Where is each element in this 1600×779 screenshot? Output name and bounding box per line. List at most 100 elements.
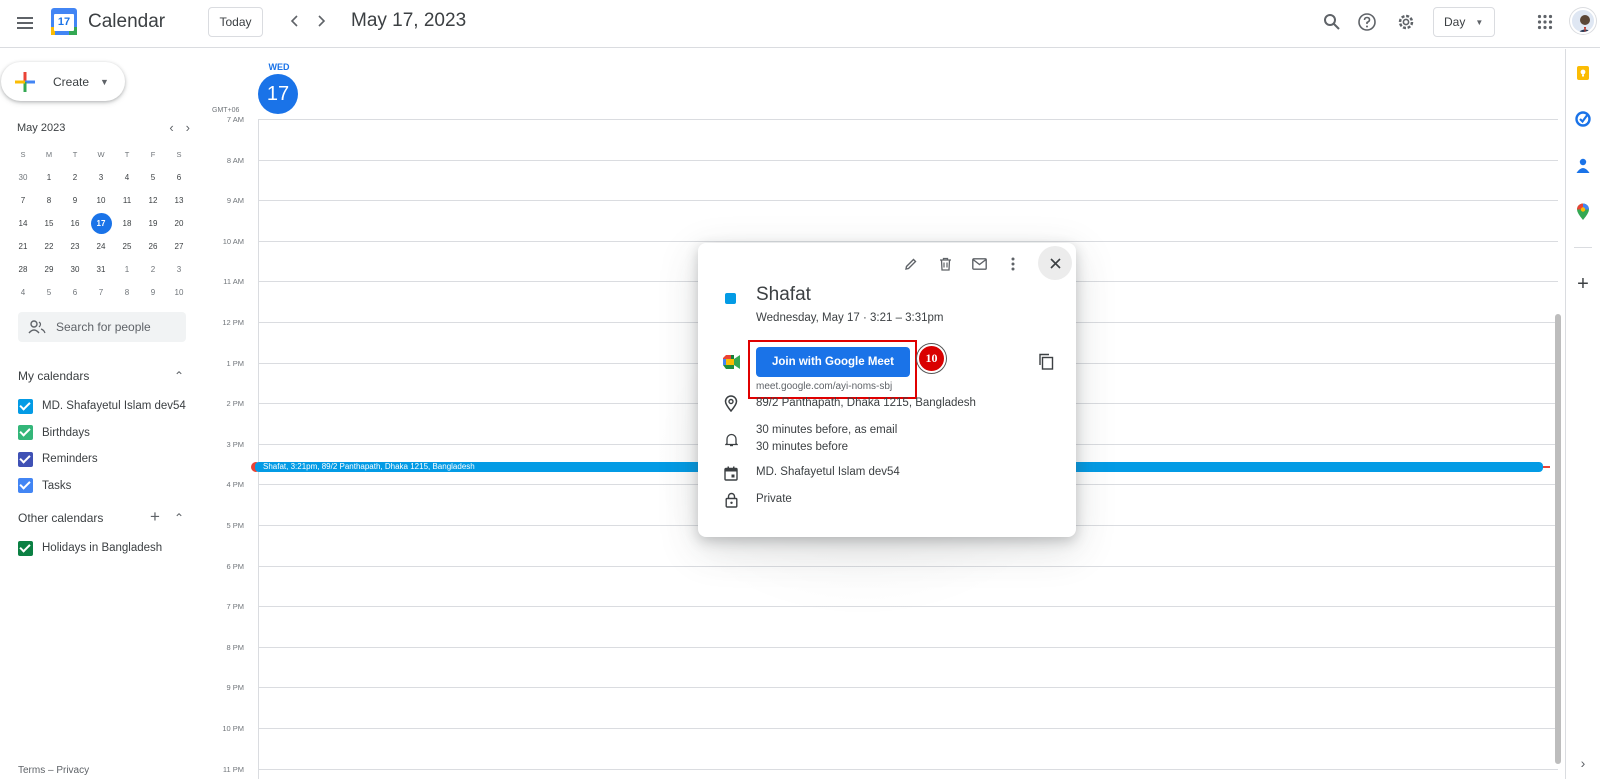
mini-calendar-day[interactable]: 11 (114, 189, 140, 212)
calendar-checkbox[interactable] (18, 425, 33, 440)
settings-gear-icon[interactable] (1394, 10, 1418, 34)
event-details-popup: Shafat Wednesday, May 17 · 3:21 – 3:31pm… (698, 243, 1076, 537)
mini-calendar-day[interactable]: 14 (10, 212, 36, 235)
mini-calendar-day[interactable]: 10 (166, 281, 192, 304)
app-title[interactable]: Calendar (88, 11, 165, 33)
mini-calendar-day[interactable]: 2 (140, 258, 166, 281)
view-switcher-dropdown[interactable]: Day ▼ (1433, 7, 1495, 37)
mini-calendar-day[interactable]: 8 (36, 189, 62, 212)
chevron-up-icon[interactable]: ⌃ (174, 511, 184, 525)
chevron-left-icon[interactable] (284, 10, 306, 32)
tasks-icon[interactable] (1574, 110, 1592, 128)
calendar-logo-icon[interactable]: 17 (51, 8, 77, 35)
edit-pencil-icon[interactable] (897, 250, 925, 278)
mini-prev-month-icon[interactable]: ‹ (169, 117, 173, 139)
close-popup-icon[interactable] (1038, 246, 1072, 280)
mini-calendar-day[interactable]: 29 (36, 258, 62, 281)
weekday-header: S (176, 150, 182, 159)
mini-calendar-day[interactable]: 21 (10, 235, 36, 258)
chevron-right-icon[interactable] (310, 10, 332, 32)
terms-privacy-links[interactable]: Terms – Privacy (18, 765, 89, 776)
chevron-right-icon[interactable]: › (1574, 754, 1592, 772)
contacts-icon[interactable] (1574, 157, 1592, 175)
mini-calendar: May 2023 ‹ › S M T W T F S 30 1 2 3 4 5 6 7 8 9 10 11 12 13 1… (10, 117, 190, 304)
copy-link-icon[interactable] (1038, 353, 1056, 371)
mini-calendar-day[interactable]: 16 (62, 212, 88, 235)
mini-calendar-day[interactable]: 25 (114, 235, 140, 258)
mini-calendar-day[interactable]: 20 (166, 212, 192, 235)
maps-icon[interactable] (1574, 203, 1592, 221)
chevron-up-icon[interactable]: ⌃ (174, 369, 184, 383)
mini-next-month-icon[interactable]: › (186, 117, 190, 139)
calendar-checkbox[interactable] (18, 478, 33, 493)
day-header[interactable]: WED 17 (258, 62, 300, 114)
mini-calendar-day[interactable]: 9 (62, 189, 88, 212)
event-time: Wednesday, May 17 · 3:21 – 3:31pm (756, 312, 944, 324)
mini-calendar-day[interactable]: 2 (62, 166, 88, 189)
mini-calendar-day[interactable]: 13 (166, 189, 192, 212)
email-guests-icon[interactable] (965, 250, 993, 278)
mini-calendar-day[interactable]: 9 (140, 281, 166, 304)
my-calendars-header[interactable]: My calendars ⌃ (18, 366, 188, 386)
mini-calendar-day[interactable]: 5 (140, 166, 166, 189)
mini-calendar-day[interactable]: 5 (36, 281, 62, 304)
mini-calendar-day[interactable]: 27 (166, 235, 192, 258)
mini-calendar-day[interactable]: 28 (10, 258, 36, 281)
search-icon[interactable] (1320, 10, 1344, 34)
hour-gridline (258, 200, 1558, 202)
event-location: 89/2 Panthapath, Dhaka 1215, Bangladesh (756, 397, 976, 409)
more-options-icon[interactable] (999, 250, 1027, 278)
add-calendar-plus-icon[interactable]: + (150, 508, 160, 525)
apps-grid-icon[interactable] (1533, 10, 1557, 34)
hour-label: 8 PM (226, 642, 244, 652)
mini-calendar-day[interactable]: 22 (36, 235, 62, 258)
calendar-list-item[interactable]: Tasks (18, 476, 71, 496)
mini-calendar-day[interactable]: 8 (114, 281, 140, 304)
mini-calendar-day[interactable]: 7 (10, 189, 36, 212)
calendar-list-item[interactable]: Reminders (18, 449, 98, 469)
mini-calendar-day[interactable]: 6 (62, 281, 88, 304)
help-icon[interactable] (1355, 10, 1379, 34)
side-panel-rail: + › (1565, 49, 1600, 779)
mini-calendar-day[interactable]: 30 (10, 166, 36, 189)
get-addons-plus-icon[interactable]: + (1574, 273, 1592, 295)
mini-calendar-day[interactable]: 4 (114, 166, 140, 189)
mini-calendar-day[interactable]: 4 (10, 281, 36, 304)
hour-label: 9 PM (226, 683, 244, 693)
mini-calendar-day[interactable]: 26 (140, 235, 166, 258)
search-people-input[interactable]: Search for people (18, 312, 186, 342)
delete-trash-icon[interactable] (931, 250, 959, 278)
mini-calendar-day[interactable]: 7 (88, 281, 114, 304)
mini-calendar-day[interactable]: 12 (140, 189, 166, 212)
keep-icon[interactable] (1574, 64, 1592, 82)
mini-calendar-day[interactable]: 24 (88, 235, 114, 258)
calendar-checkbox[interactable] (18, 398, 33, 414)
calendar-list-item[interactable]: Birthdays (18, 423, 90, 443)
calendar-list-item[interactable]: Holidays in Bangladesh (18, 538, 162, 558)
main-menu-button[interactable] (10, 8, 40, 38)
mini-calendar-day[interactable]: 3 (166, 258, 192, 281)
other-calendars-header[interactable]: Other calendars + ⌃ (18, 508, 188, 528)
weekday-header: T (124, 150, 130, 159)
calendar-list-item[interactable]: MD. Shafayetul Islam dev54 (18, 396, 186, 416)
mini-calendar-day[interactable]: 19 (140, 212, 166, 235)
mini-calendar-day[interactable]: 30 (62, 258, 88, 281)
calendar-checkbox[interactable] (18, 451, 33, 467)
day-number[interactable]: 17 (258, 74, 298, 114)
hour-label: 4 PM (226, 480, 244, 490)
grid-scrollbar[interactable] (1555, 314, 1561, 764)
mini-calendar-day[interactable]: 23 (62, 235, 88, 258)
mini-calendar-day[interactable]: 17 (90, 213, 112, 234)
mini-calendar-day[interactable]: 3 (88, 166, 114, 189)
create-button[interactable]: Create ▼ (1, 62, 125, 101)
mini-calendar-day[interactable]: 15 (36, 212, 62, 235)
mini-calendar-day[interactable]: 6 (166, 166, 192, 189)
mini-calendar-day[interactable]: 1 (36, 166, 62, 189)
mini-calendar-day[interactable]: 1 (114, 258, 140, 281)
mini-calendar-day[interactable]: 31 (88, 258, 114, 281)
calendar-checkbox[interactable] (18, 540, 33, 556)
mini-calendar-day[interactable]: 10 (88, 189, 114, 212)
mini-calendar-day[interactable]: 18 (114, 212, 140, 235)
account-avatar[interactable] (1570, 8, 1596, 34)
today-button[interactable]: Today (208, 7, 263, 37)
